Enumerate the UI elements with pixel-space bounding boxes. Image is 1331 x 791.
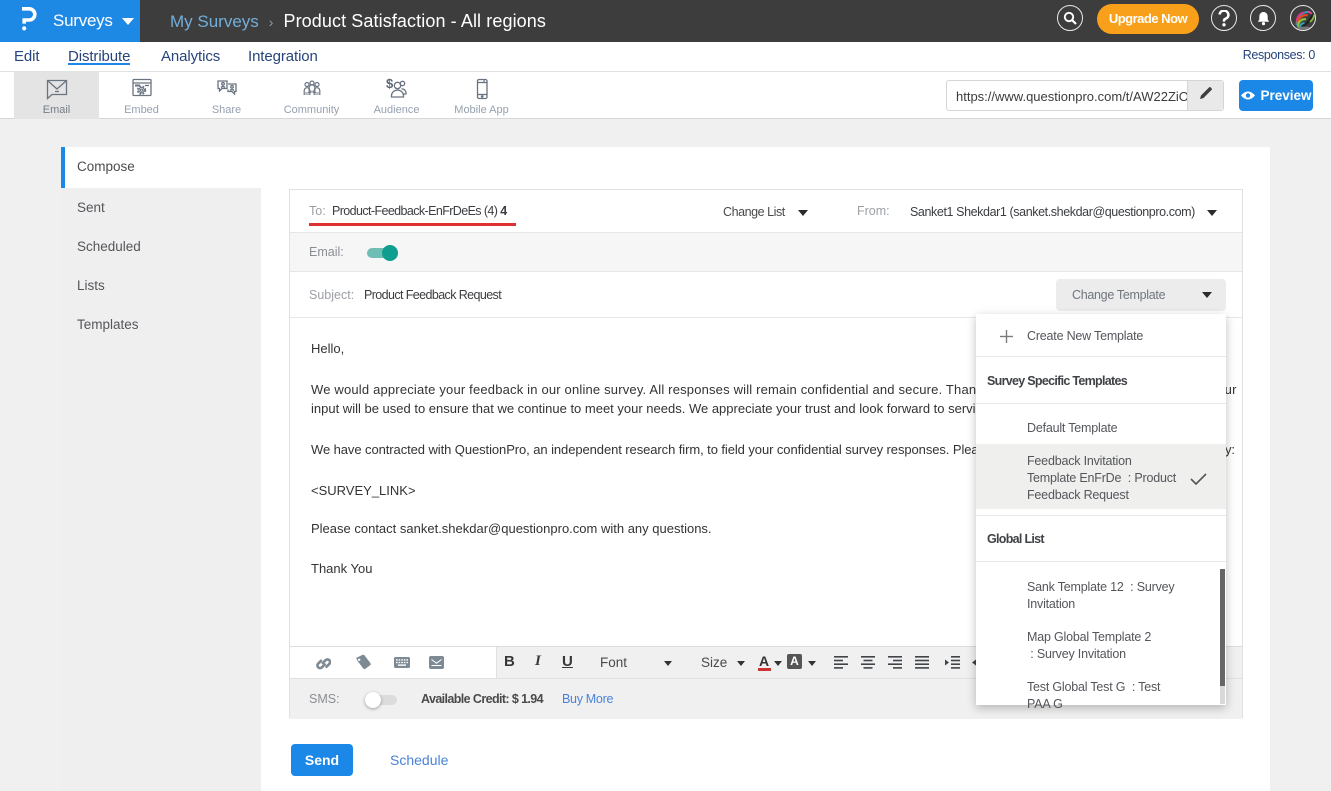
svg-text:$: $ bbox=[386, 77, 394, 91]
